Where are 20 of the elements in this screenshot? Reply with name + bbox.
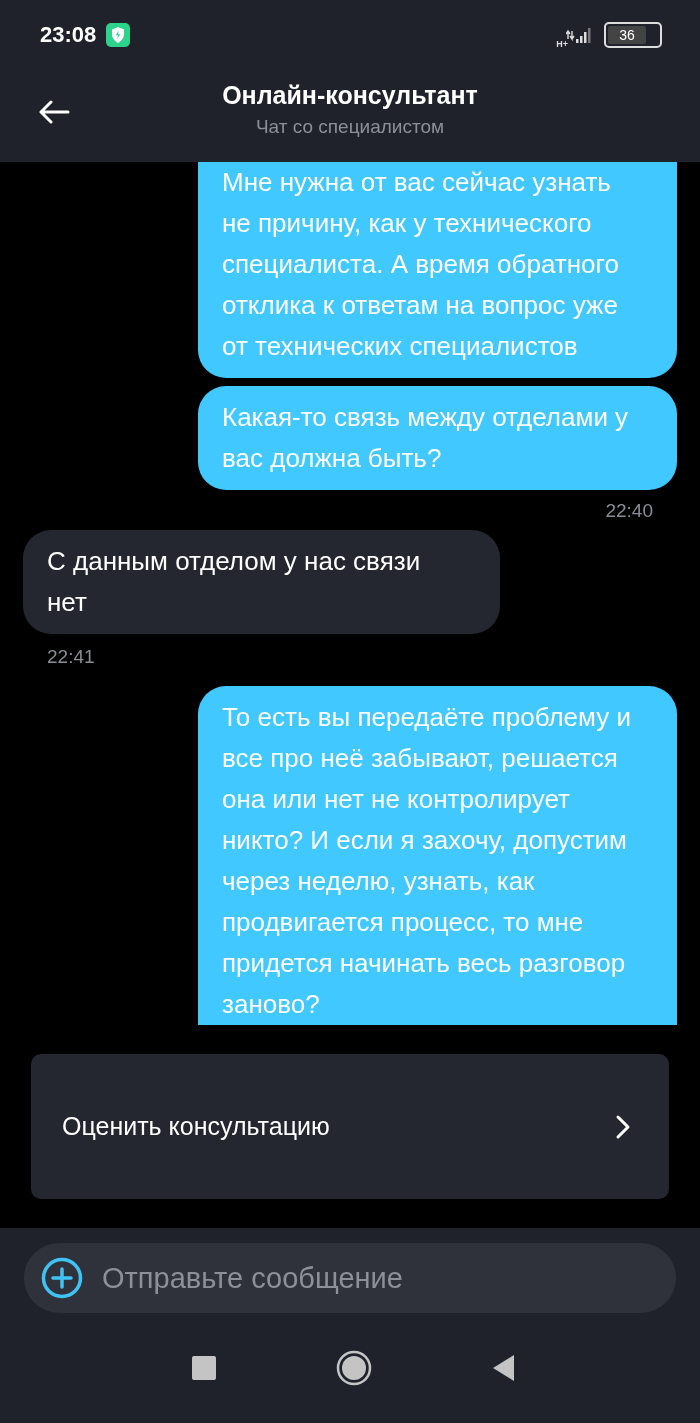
message-bubble: Какая-то связь между отделами у вас должна быть? bbox=[198, 386, 677, 490]
back-icon[interactable] bbox=[492, 1354, 516, 1382]
chat-subtitle: Чат со специалистом bbox=[255, 115, 445, 138]
signal-icon bbox=[566, 25, 594, 45]
chat-title: Онлайн-консультант bbox=[222, 80, 478, 110]
add-icon[interactable] bbox=[41, 1257, 83, 1299]
network-type: H+ bbox=[556, 39, 568, 49]
message-bubble: Мне нужна от вас сейчас узнать не причину, как у технического специалиста. А время обратного отклика к ответам на вопрос уже от технических специалистов bbox=[198, 162, 677, 378]
message-bubble: То есть вы передаёте проблему и все про неё забывают, решается она или нет не контролирует никто? И если я захочу, допустим через неделю, узнать, как продвигается процесс, то мне придется начинать весь разговор заново? bbox=[198, 686, 677, 1025]
home-icon[interactable] bbox=[336, 1350, 372, 1386]
message-bubble: С данным отделом у нас связи нет bbox=[23, 530, 500, 634]
back-arrow-icon[interactable] bbox=[38, 100, 70, 124]
message-time: 22:41 bbox=[47, 646, 95, 668]
shield-icon bbox=[106, 23, 131, 47]
message-time: 22:40 bbox=[605, 500, 653, 522]
message-input-field[interactable]: Отправьте сообщение bbox=[24, 1243, 676, 1313]
battery-icon: 36 bbox=[604, 22, 662, 48]
rate-consultation-button[interactable]: Оценить консультацию bbox=[31, 1054, 669, 1199]
status-time: 23:08 bbox=[40, 22, 97, 48]
chevron-right-icon bbox=[615, 1113, 631, 1140]
